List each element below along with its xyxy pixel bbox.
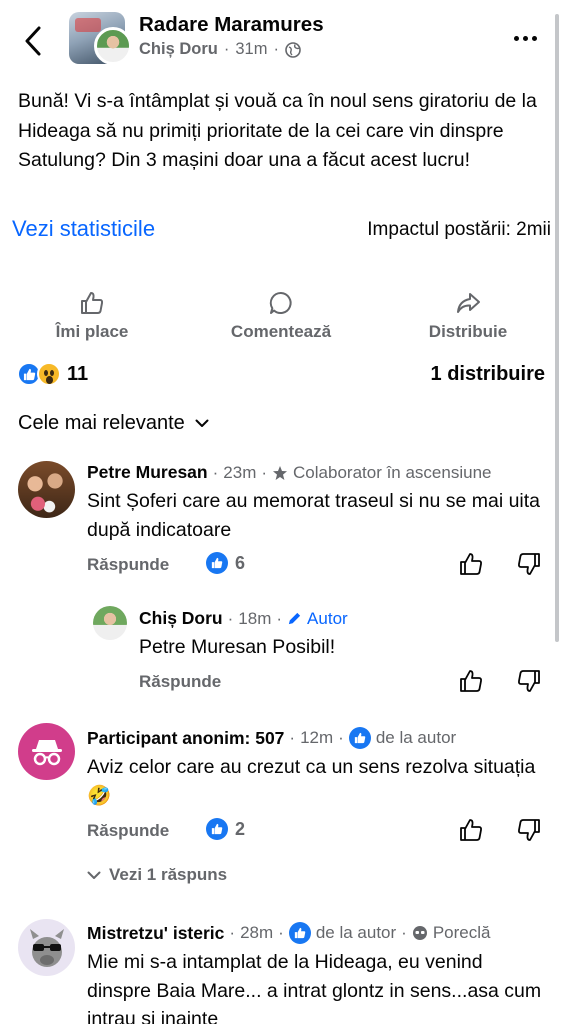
- comment-header: Mistretzu' isteric · 28m · de la autor ·…: [87, 922, 490, 944]
- comment-text: Sint Șoferi care au memorat traseul si n…: [87, 490, 541, 541]
- separator: ·: [227, 608, 234, 628]
- separator: ·: [229, 923, 236, 942]
- author-badge: Autor: [307, 608, 348, 628]
- globe-icon: [285, 41, 301, 58]
- author-like-badge: de la autor: [315, 923, 397, 942]
- nickname-badge: Poreclă: [432, 923, 491, 942]
- comment-button[interactable]: Comentează: [215, 290, 347, 342]
- commenter-name[interactable]: Mistretzu' isteric: [87, 923, 224, 944]
- incognito-icon: [31, 739, 62, 765]
- see-replies-button[interactable]: Vezi 1 răspuns: [87, 865, 227, 885]
- chevron-down-icon: [87, 871, 101, 879]
- share-icon: [457, 293, 480, 313]
- scrollbar[interactable]: [555, 14, 559, 642]
- more-icon[interactable]: [514, 36, 537, 41]
- thumbs-up-icon[interactable]: [458, 551, 484, 577]
- separator: ·: [289, 728, 296, 747]
- commenter-name[interactable]: Chiș Doru: [139, 608, 223, 629]
- reaction-count: 11: [67, 362, 89, 385]
- reply-button[interactable]: Răspunde: [87, 821, 169, 841]
- author-like-badge: de la autor: [375, 728, 457, 747]
- separator: ·: [261, 462, 268, 482]
- like-reaction-icon: [206, 818, 228, 840]
- comment-icon: [269, 291, 292, 314]
- comment-time: 28m: [240, 923, 274, 942]
- separator: ·: [223, 40, 230, 58]
- sort-dropdown[interactable]: Cele mai relevante: [18, 412, 209, 435]
- post-impact: Impactul postării: 2mii: [367, 219, 551, 240]
- comment-text: Mie mi s-a intamplat de la Hideaga, eu v…: [87, 951, 542, 1024]
- group-name[interactable]: Radare Maramures: [139, 13, 324, 37]
- share-button[interactable]: Distribuie: [418, 290, 518, 342]
- sort-label: Cele mai relevante: [18, 412, 185, 434]
- avatar[interactable]: [18, 461, 75, 518]
- separator: ·: [278, 923, 284, 942]
- author-avatar[interactable]: [94, 27, 132, 65]
- chevron-down-icon: [195, 419, 209, 427]
- star-icon: [273, 465, 288, 480]
- thumbs-up-icon: [288, 922, 311, 944]
- commenter-name[interactable]: Participant anonim: 507: [87, 728, 284, 749]
- like-button[interactable]: Îmi place: [42, 290, 142, 342]
- comment-text: Petre Muresan Posibil!: [139, 636, 336, 658]
- like-label: Îmi place: [55, 322, 129, 341]
- thumbs-up-icon[interactable]: [458, 668, 484, 694]
- see-replies-label: Vezi 1 răspuns: [109, 865, 228, 884]
- comment-text: Aviz celor care au crezut ca un sens rez…: [87, 756, 536, 807]
- comment-header: Petre Muresan · 23m · Colaborator în asc…: [87, 462, 492, 483]
- shares-count[interactable]: 1 distribuire: [431, 363, 545, 386]
- commenter-badge: Colaborator în ascensiune: [293, 462, 492, 482]
- comment-time: 23m: [223, 462, 257, 482]
- thumbs-down-icon[interactable]: [516, 817, 542, 843]
- back-button[interactable]: [22, 24, 46, 58]
- post-text: Bună! Vi s-a întâmplat și vouă ca în nou…: [18, 90, 537, 171]
- post-meta: Chiș Doru · 31m ·: [139, 40, 301, 59]
- nickname-icon: [412, 926, 427, 940]
- reply-button[interactable]: Răspunde: [87, 555, 169, 575]
- thumbs-down-icon[interactable]: [516, 551, 542, 577]
- avatar[interactable]: [93, 606, 127, 640]
- thumbs-down-icon[interactable]: [516, 668, 542, 694]
- wow-reaction-icon: [37, 362, 61, 386]
- pencil-icon: [288, 612, 301, 625]
- stats-link[interactable]: Vezi statisticile: [12, 216, 155, 242]
- avatar[interactable]: [18, 723, 75, 780]
- share-label: Distribuie: [428, 322, 508, 341]
- like-outline-icon: [81, 292, 104, 314]
- comment-label: Comentează: [230, 322, 332, 341]
- comment-time: 12m: [300, 728, 334, 747]
- post-time[interactable]: 31m: [235, 40, 267, 59]
- reactions-summary[interactable]: 11: [17, 362, 88, 386]
- like-count: 6: [235, 552, 246, 573]
- like-count: 2: [235, 818, 246, 839]
- thumbs-up-icon: [348, 727, 371, 749]
- comment-header: Chiș Doru · 18m · Autor: [139, 608, 348, 629]
- like-reaction-icon: [206, 552, 228, 574]
- boar-avatar-icon: [29, 928, 64, 967]
- separator: ·: [276, 608, 283, 628]
- separator: ·: [273, 40, 279, 58]
- thumbs-up-icon[interactable]: [458, 817, 484, 843]
- post-author[interactable]: Chiș Doru: [139, 40, 218, 59]
- avatar[interactable]: [18, 919, 75, 976]
- comment-likes[interactable]: 2: [206, 818, 245, 840]
- comment-time: 18m: [238, 608, 272, 628]
- back-icon: [25, 26, 41, 56]
- separator: ·: [338, 728, 344, 747]
- comment-header: Participant anonim: 507 · 12m · de la au…: [87, 727, 456, 749]
- separator: ·: [212, 462, 219, 482]
- reply-button[interactable]: Răspunde: [139, 672, 221, 692]
- commenter-name[interactable]: Petre Muresan: [87, 462, 208, 483]
- comment-likes[interactable]: 6: [206, 552, 245, 574]
- separator: ·: [401, 923, 407, 942]
